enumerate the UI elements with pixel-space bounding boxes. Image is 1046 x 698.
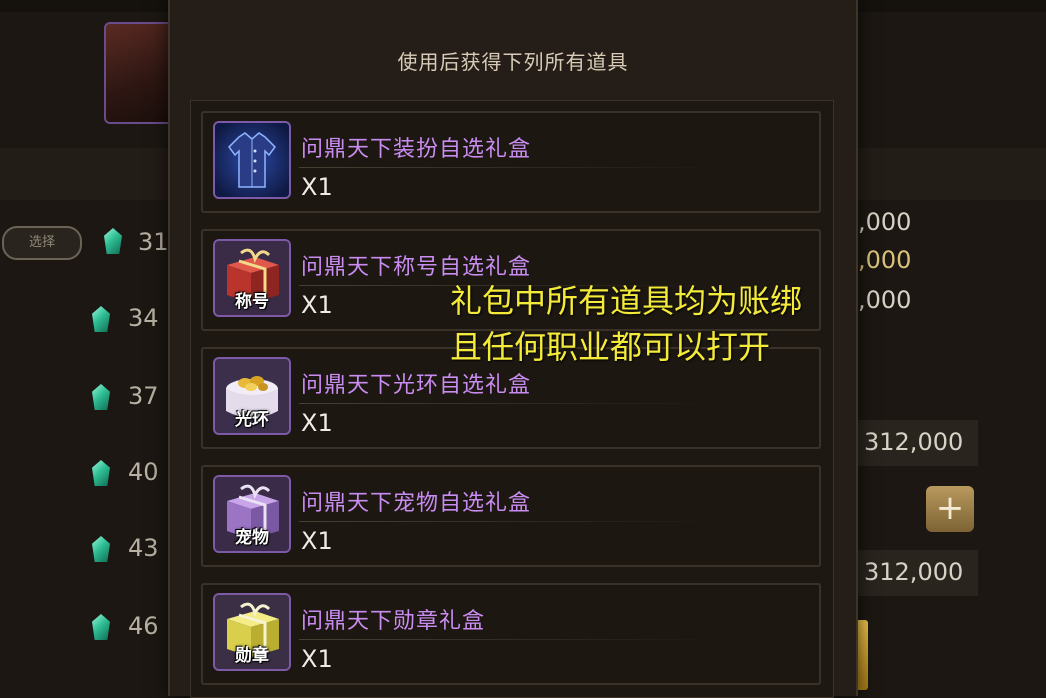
caption-overlay: 礼包中所有道具均为账绑 且任何职业都可以打开	[450, 278, 802, 370]
reward-item[interactable]: 勋章 问鼎天下勋章礼盒 X1	[201, 583, 821, 685]
item-name: 问鼎天下勋章礼盒	[301, 609, 486, 634]
background-price-left: 31	[138, 228, 169, 256]
yellow-gift-box-icon: 勋章	[213, 593, 291, 671]
gem-icon	[104, 228, 122, 254]
background-price-left: 46	[128, 612, 159, 640]
background-select-tag[interactable]: 选择	[2, 226, 82, 260]
gem-icon	[92, 614, 110, 640]
item-divider	[299, 639, 719, 640]
item-divider	[299, 167, 719, 168]
purple-gift-box-icon: 宠物	[213, 475, 291, 553]
item-name: 问鼎天下称号自选礼盒	[301, 255, 532, 280]
icon-badge: 宠物	[235, 528, 269, 548]
item-quantity: X1	[301, 291, 333, 319]
reward-list: 问鼎天下装扮自选礼盒 X1 称号 问鼎天下称号自选礼盒 X1 光环 问鼎天下光环…	[190, 100, 834, 698]
gem-icon	[92, 536, 110, 562]
background-price-right: ,000	[858, 208, 912, 236]
item-quantity: X1	[301, 645, 333, 673]
background-price-left: 40	[128, 458, 159, 486]
item-name: 问鼎天下光环自选礼盒	[301, 373, 532, 398]
icon-badge: 光环	[235, 410, 269, 430]
item-divider	[299, 521, 719, 522]
red-gift-box-icon: 称号	[213, 239, 291, 317]
reward-item[interactable]: 问鼎天下装扮自选礼盒 X1	[201, 111, 821, 213]
costume-shirt-icon	[213, 121, 291, 199]
background-price-left: 43	[128, 534, 159, 562]
background-price-right: ,000	[858, 246, 912, 274]
gem-icon	[92, 306, 110, 332]
caption-line: 礼包中所有道具均为账绑	[450, 282, 803, 320]
aura-cake-icon: 光环	[213, 357, 291, 435]
icon-badge: 称号	[235, 292, 269, 312]
background-price-right: 312,000	[864, 558, 964, 586]
background-item-thumbnail[interactable]	[104, 22, 178, 124]
reward-item[interactable]: 宠物 问鼎天下宠物自选礼盒 X1	[201, 465, 821, 567]
gem-icon	[92, 384, 110, 410]
background-price-left: 37	[128, 382, 159, 410]
gem-icon	[92, 460, 110, 486]
caption-line: 且任何职业都可以打开	[450, 328, 771, 366]
add-plus-button[interactable]: +	[926, 486, 974, 532]
background-price-right: 312,000	[864, 428, 964, 456]
background-price-right: ,000	[858, 286, 912, 314]
popup-title: 使用后获得下列所有道具	[397, 50, 629, 74]
background-price-left: 34	[128, 304, 159, 332]
item-name: 问鼎天下装扮自选礼盒	[301, 137, 532, 162]
item-quantity: X1	[301, 409, 333, 437]
item-quantity: X1	[301, 173, 333, 201]
icon-badge: 勋章	[235, 646, 269, 666]
item-divider	[299, 403, 719, 404]
item-name: 问鼎天下宠物自选礼盒	[301, 491, 532, 516]
item-quantity: X1	[301, 527, 333, 555]
